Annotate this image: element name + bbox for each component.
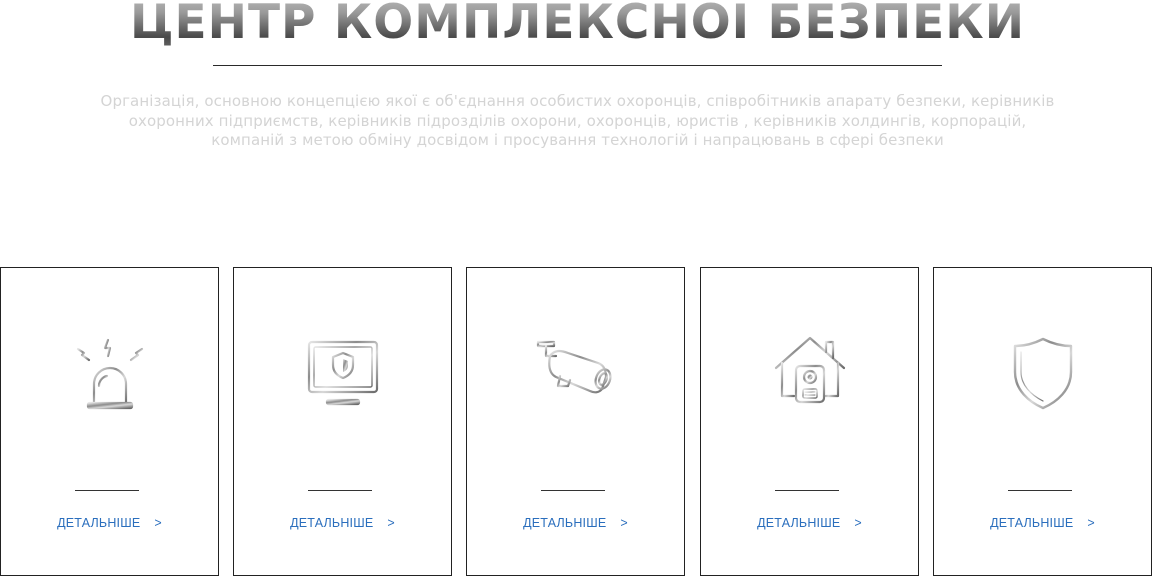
- service-card-home[interactable]: ДЕТАЛЬНІШЕ >: [700, 267, 919, 576]
- intro-text: Організація, основною концепцією якої є …: [100, 92, 1055, 149]
- chevron-right-icon: >: [1087, 516, 1095, 530]
- alarm-siren-icon: [70, 334, 150, 414]
- service-card-monitor[interactable]: ДЕТАЛЬНІШЕ >: [233, 267, 452, 576]
- details-link-label: ДЕТАЛЬНІШЕ: [523, 516, 607, 530]
- home-intercom-icon: [770, 334, 850, 414]
- details-link[interactable]: ДЕТАЛЬНІШЕ >: [1, 516, 218, 530]
- chevron-right-icon: >: [154, 516, 162, 530]
- details-link[interactable]: ДЕТАЛЬНІШЕ >: [467, 516, 684, 530]
- card-divider: [541, 490, 605, 491]
- service-card-camera[interactable]: ДЕТАЛЬНІШЕ >: [466, 267, 685, 576]
- chevron-right-icon: >: [854, 516, 862, 530]
- card-divider: [775, 490, 839, 491]
- details-link[interactable]: ДЕТАЛЬНІШЕ >: [234, 516, 451, 530]
- monitor-shield-icon: [303, 334, 383, 414]
- details-link-label: ДЕТАЛЬНІШЕ: [290, 516, 374, 530]
- chevron-right-icon: >: [387, 516, 395, 530]
- card-divider: [1008, 490, 1072, 491]
- page-title: ЦЕНТР КОМПЛЕКСНОЇ БЕЗПЕКИ: [0, 0, 1155, 58]
- security-camera-icon: [536, 334, 616, 414]
- card-divider: [75, 490, 139, 491]
- details-link[interactable]: ДЕТАЛЬНІШЕ >: [934, 516, 1151, 530]
- shield-icon: [1003, 334, 1083, 414]
- service-card-alarm[interactable]: ДЕТАЛЬНІШЕ >: [0, 267, 219, 576]
- chevron-right-icon: >: [620, 516, 628, 530]
- details-link-label: ДЕТАЛЬНІШЕ: [757, 516, 841, 530]
- service-card-shield[interactable]: ДЕТАЛЬНІШЕ >: [933, 267, 1152, 576]
- details-link[interactable]: ДЕТАЛЬНІШЕ >: [701, 516, 918, 530]
- details-link-label: ДЕТАЛЬНІШЕ: [57, 516, 141, 530]
- card-divider: [308, 490, 372, 491]
- details-link-label: ДЕТАЛЬНІШЕ: [990, 516, 1074, 530]
- title-divider: [213, 65, 942, 66]
